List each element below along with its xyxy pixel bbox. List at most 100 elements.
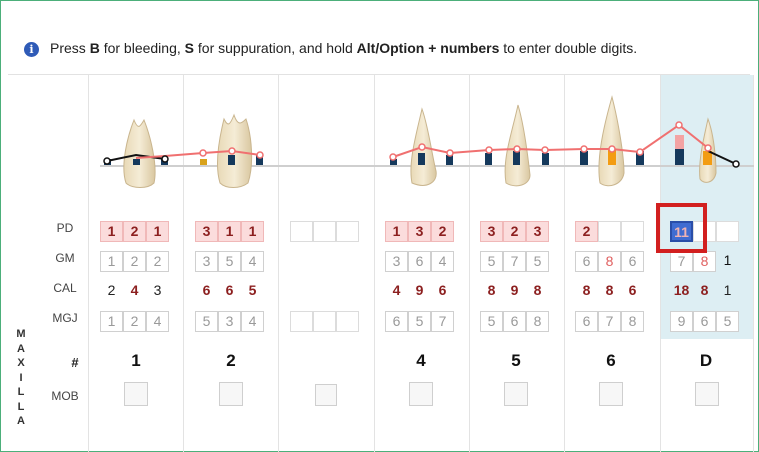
mgj-input[interactable]: 5 [408, 311, 431, 332]
mgj-input[interactable]: 8 [621, 311, 644, 332]
mobility-input[interactable] [695, 382, 719, 406]
mgj-inputs-tooth-6: 678 [575, 311, 644, 332]
mgj-input[interactable]: 6 [385, 311, 408, 332]
row-label-gm: GM [55, 251, 75, 265]
gm-input[interactable]: 8 [693, 251, 716, 272]
gm-input[interactable]: 7 [670, 251, 693, 272]
mgj-input[interactable]: 3 [218, 311, 241, 332]
cal-value: 8 [487, 282, 496, 298]
pd-input[interactable] [598, 221, 621, 242]
pd-input[interactable] [290, 221, 313, 242]
gm-input[interactable]: 2 [123, 251, 146, 272]
pd-input[interactable]: 3 [480, 221, 503, 242]
cal-value: 6 [628, 282, 637, 298]
row-label-pd: PD [56, 221, 74, 235]
tooth-number: 1 [131, 351, 141, 370]
pd-inputs-tooth-6: 2 [575, 221, 644, 242]
mgj-input[interactable]: 5 [480, 311, 503, 332]
cal-values-tooth-6: 886 [575, 281, 644, 302]
gm-input[interactable]: 7 [503, 251, 526, 272]
pd-input[interactable]: 2 [123, 221, 146, 242]
pd-inputs-tooth-5: 323 [480, 221, 549, 242]
tooth-number: 4 [416, 351, 426, 370]
mgj-input[interactable]: 7 [598, 311, 621, 332]
pd-input[interactable] [716, 221, 739, 242]
gm-input[interactable]: 6 [621, 251, 644, 272]
cal-value: 9 [510, 282, 519, 298]
mgj-inputs-tooth-1: 124 [100, 311, 169, 332]
gm-input[interactable]: 4 [241, 251, 264, 272]
gm-input[interactable]: 6 [408, 251, 431, 272]
row-label-tooth-number: # [71, 355, 79, 370]
gm-inputs-tooth-2: 354 [195, 251, 264, 272]
mgj-inputs-tooth-2: 534 [195, 311, 264, 332]
mgj-input[interactable]: 6 [575, 311, 598, 332]
mgj-input[interactable]: 2 [123, 311, 146, 332]
perio-chart: PD GM CAL MGJ # MOB MAX ILL A 121 122 24… [8, 75, 754, 452]
gm-input[interactable]: 1 [100, 251, 123, 272]
mgj-input[interactable]: 6 [503, 311, 526, 332]
cal-value: 8 [582, 282, 591, 298]
cal-value: 3 [153, 282, 162, 298]
mgj-input[interactable] [336, 311, 359, 332]
tooth-number: 2 [226, 351, 236, 370]
mgj-input[interactable]: 4 [146, 311, 169, 332]
pd-input[interactable]: 1 [241, 221, 264, 242]
pd-inputs-tooth-1: 121 [100, 221, 169, 242]
hint-banner: i Press B for bleeding, S for suppuratio… [8, 8, 750, 75]
tooth-number: 6 [606, 351, 616, 370]
gm-input[interactable]: 6 [575, 251, 598, 272]
pd-input[interactable]: 1 [218, 221, 241, 242]
mgj-input[interactable]: 8 [526, 311, 549, 332]
mgj-input[interactable]: 5 [195, 311, 218, 332]
mobility-input[interactable] [124, 382, 148, 406]
cal-value: 8 [533, 282, 542, 298]
mgj-input[interactable]: 9 [670, 311, 693, 332]
pd-input[interactable]: 3 [195, 221, 218, 242]
gm-inputs-tooth-4: 364 [385, 251, 454, 272]
gm-input[interactable]: 5 [526, 251, 549, 272]
pd-input[interactable] [336, 221, 359, 242]
pd-input[interactable] [313, 221, 336, 242]
mgj-input[interactable]: 1 [100, 311, 123, 332]
mgj-input[interactable]: 7 [431, 311, 454, 332]
mgj-inputs-tooth-5: 568 [480, 311, 549, 332]
pd-input[interactable]: 2 [575, 221, 598, 242]
cal-value: 18 [673, 282, 690, 298]
mgj-input[interactable] [290, 311, 313, 332]
hint-text: Press B for bleeding, S for suppuration,… [50, 40, 638, 56]
mgj-input[interactable] [313, 311, 336, 332]
pd-input[interactable]: 1 [385, 221, 408, 242]
gm-input[interactable]: 2 [146, 251, 169, 272]
cal-value: 4 [392, 282, 401, 298]
pd-input[interactable]: 2 [431, 221, 454, 242]
gm-inputs-tooth-6: 686 [575, 251, 644, 272]
gm-input[interactable]: 4 [431, 251, 454, 272]
gm-input[interactable]: 3 [385, 251, 408, 272]
gm-input[interactable]: 5 [480, 251, 503, 272]
pd-input[interactable]: 3 [408, 221, 431, 242]
pd-input[interactable]: 2 [503, 221, 526, 242]
pd-input[interactable] [621, 221, 644, 242]
pd-input[interactable]: 1 [146, 221, 169, 242]
cal-values-tooth-1: 243 [100, 281, 169, 302]
gm-input[interactable]: 5 [218, 251, 241, 272]
mobility-input[interactable] [219, 382, 243, 406]
cal-value: 9 [415, 282, 424, 298]
pd-input[interactable]: 1 [100, 221, 123, 242]
mobility-input[interactable] [409, 382, 433, 406]
gm-input[interactable]: 1 [716, 251, 739, 272]
pd-input[interactable]: 3 [526, 221, 549, 242]
mgj-input[interactable]: 5 [716, 311, 739, 332]
mgj-input[interactable]: 4 [241, 311, 264, 332]
teeth-graphic [103, 95, 740, 188]
cal-values-tooth-d: 18 8 1 [670, 281, 739, 302]
mobility-input[interactable] [504, 382, 528, 406]
tooth-number: D [699, 351, 713, 370]
mgj-input[interactable]: 6 [693, 311, 716, 332]
gm-input[interactable]: 8 [598, 251, 621, 272]
mobility-input[interactable] [599, 382, 623, 406]
gm-input[interactable]: 3 [195, 251, 218, 272]
mobility-input[interactable] [315, 384, 337, 406]
gm-inputs-tooth-d: 781 [670, 251, 739, 272]
